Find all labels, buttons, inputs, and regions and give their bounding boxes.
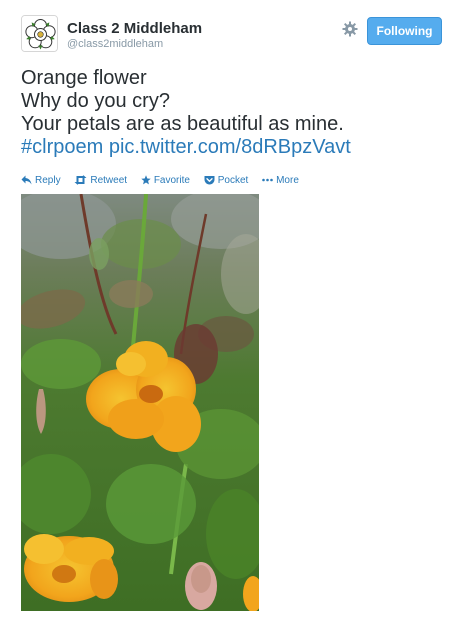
reply-icon	[21, 175, 32, 185]
user-names[interactable]: Class 2 Middleham @class2middleham	[67, 21, 202, 51]
tweet-header: Class 2 Middleham @class2middleham Follo…	[21, 15, 442, 53]
tweet-line: Orange flower	[21, 67, 147, 89]
tweet-line: Why do you cry?	[21, 90, 170, 112]
reply-label: Reply	[35, 175, 61, 186]
favorite-label: Favorite	[153, 175, 190, 186]
following-button[interactable]: Following	[367, 17, 442, 45]
favorite-action[interactable]: Favorite	[141, 175, 190, 186]
yorkshire-rose-icon	[22, 16, 57, 51]
hashtag-link[interactable]: #clrpoem	[21, 136, 103, 158]
more-action[interactable]: More	[262, 175, 299, 186]
more-dots-icon	[262, 178, 273, 182]
user-username[interactable]: @class2middleham	[67, 38, 202, 51]
pocket-label: Pocket	[217, 175, 249, 186]
retweet-action[interactable]: Retweet	[74, 175, 127, 186]
pocket-action[interactable]: Pocket	[204, 175, 249, 186]
star-icon	[141, 175, 151, 185]
retweet-icon	[74, 175, 87, 185]
avatar[interactable]	[21, 15, 58, 52]
pic-link[interactable]: pic.twitter.com/8dRBpzVavt	[109, 136, 351, 158]
tweet-photo[interactable]	[21, 194, 259, 611]
user-fullname[interactable]: Class 2 Middleham	[67, 21, 202, 37]
tweet-links-line: #clrpoem pic.twitter.com/8dRBpzVavt	[21, 136, 441, 159]
pocket-icon	[204, 176, 215, 185]
more-label: More	[276, 175, 299, 186]
orange-flower-photo	[21, 194, 259, 611]
gear-icon[interactable]	[342, 21, 358, 37]
tweet-actions: Reply Retweet Favorite Pocket More	[21, 175, 310, 189]
tweet-line: Your petals are as beautiful as mine.	[21, 113, 344, 135]
retweet-label: Retweet	[90, 175, 128, 186]
tweet-text: Orange flower Why do you cry? Your petal…	[21, 67, 441, 159]
reply-action[interactable]: Reply	[21, 175, 61, 186]
